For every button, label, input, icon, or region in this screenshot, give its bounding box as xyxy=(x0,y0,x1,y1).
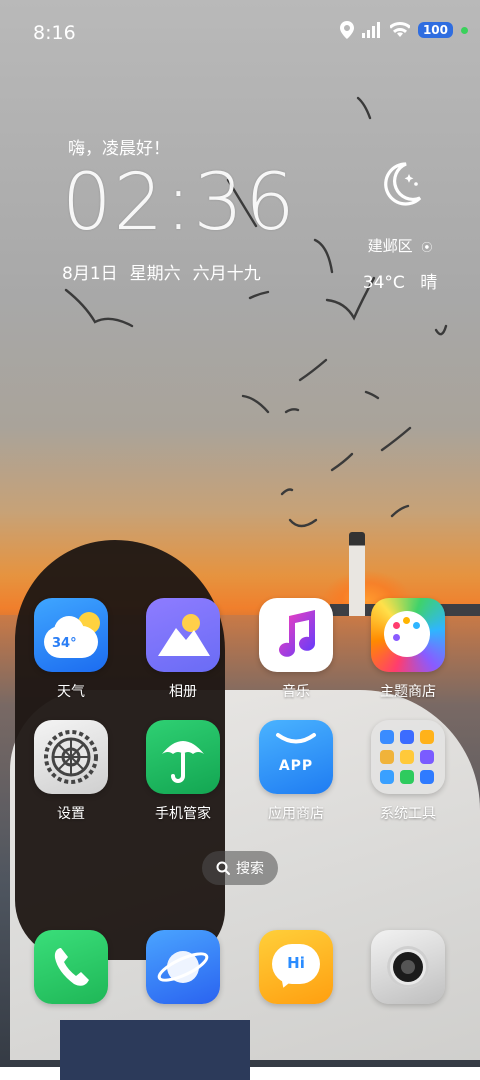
app-label: 手机管家 xyxy=(155,806,211,822)
weather-widget[interactable]: 建邺区 ⦿ 34°C 晴 xyxy=(340,160,460,293)
app-theme-store[interactable]: 主题商店 xyxy=(358,598,458,701)
app-label: 系统工具 xyxy=(380,806,436,822)
app-music[interactable]: 音乐 xyxy=(246,598,346,701)
app-store-icon: APP xyxy=(259,720,333,794)
widget-lunar-date: 六月十九 xyxy=(192,264,261,284)
signal-icon xyxy=(361,22,380,38)
app-phone-manager[interactable]: 手机管家 xyxy=(133,720,233,823)
location-pin-icon: ⦿ xyxy=(421,241,433,254)
status-time: 8:16 xyxy=(33,22,76,44)
weather-icon-temp: 34° xyxy=(52,636,77,651)
dock-camera[interactable] xyxy=(358,930,458,1004)
app-label: 设置 xyxy=(57,806,85,822)
gallery-icon xyxy=(146,598,220,672)
folder-system-tools[interactable]: 系统工具 xyxy=(358,720,458,823)
messages-icon: Hi xyxy=(259,930,333,1004)
phone-icon xyxy=(34,930,108,1004)
app-store-icon-text: APP xyxy=(278,758,314,774)
wallpaper-figure-jeans xyxy=(60,1020,250,1080)
weather-location-text: 建邺区 xyxy=(367,237,413,255)
app-label: 音乐 xyxy=(282,684,310,700)
settings-icon xyxy=(34,720,108,794)
wifi-icon xyxy=(389,22,410,37)
dock-messages[interactable]: Hi xyxy=(246,930,346,1004)
app-app-store[interactable]: APP 应用商店 xyxy=(246,720,346,823)
app-label: 天气 xyxy=(57,684,85,700)
status-icons: 100 xyxy=(339,21,468,39)
location-icon xyxy=(339,21,354,39)
app-gallery[interactable]: 相册 xyxy=(133,598,233,701)
weather-temp-row: 34°C 晴 xyxy=(340,268,460,293)
widget-greeting: 嗨，凌晨好！ xyxy=(68,139,170,159)
weather-location: 建邺区 ⦿ xyxy=(340,235,460,256)
battery-indicator: 100 xyxy=(417,22,453,38)
phone-manager-icon xyxy=(146,720,220,794)
app-label: 相册 xyxy=(169,684,197,700)
dock-browser[interactable] xyxy=(133,930,233,1004)
app-weather[interactable]: 34° 天气 xyxy=(21,598,121,701)
search-label: 搜索 xyxy=(236,861,264,877)
widget-date-row: 8月1日 星期六 六月十九 xyxy=(62,259,261,284)
status-dot xyxy=(461,26,468,34)
weather-temperature: 34°C xyxy=(362,273,405,293)
system-tools-folder-icon xyxy=(371,720,445,794)
widget-date: 8月1日 xyxy=(62,264,118,284)
music-icon xyxy=(259,598,333,672)
widget-weekday: 星期六 xyxy=(129,264,181,284)
weather-condition: 晴 xyxy=(420,273,438,293)
search-button[interactable]: 搜索 xyxy=(202,851,278,885)
messages-icon-text: Hi xyxy=(287,954,305,972)
weather-icon: 34° xyxy=(34,598,108,672)
moon-stars-icon xyxy=(340,160,460,217)
widget-clock[interactable]: 02:36 xyxy=(62,158,297,248)
browser-icon xyxy=(146,930,220,1004)
dock-phone[interactable] xyxy=(21,930,121,1004)
status-bar: 8:16 100 xyxy=(0,0,480,68)
app-label: 应用商店 xyxy=(268,806,324,822)
camera-icon xyxy=(371,930,445,1004)
app-label: 主题商店 xyxy=(380,684,436,700)
search-icon xyxy=(216,861,230,875)
app-settings[interactable]: 设置 xyxy=(21,720,121,823)
theme-store-icon xyxy=(371,598,445,672)
